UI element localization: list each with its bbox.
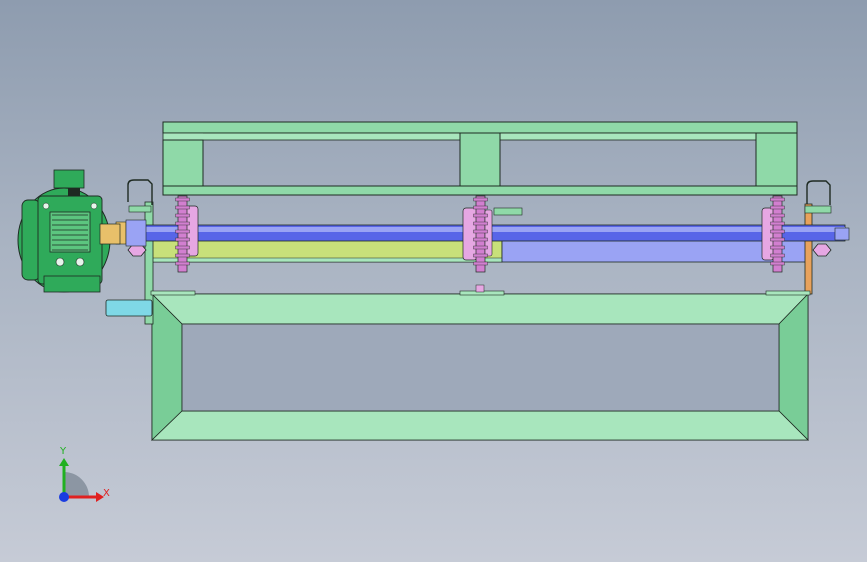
sprocket-tooth [175, 253, 190, 258]
upper-frame-right-post [755, 132, 798, 187]
left-mount-foot [150, 290, 196, 296]
motor-fin-panel [49, 211, 91, 253]
motor-output-flange [99, 223, 121, 245]
shaft-collar [125, 219, 147, 247]
motor-end-bell [21, 199, 41, 281]
triad-x-label: X [103, 488, 110, 499]
upper-frame-mid-post [459, 132, 501, 187]
right-mount-foot [765, 290, 811, 296]
right-hex-nut [812, 243, 832, 257]
cad-viewport[interactable]: X Y [0, 0, 867, 562]
right-bolt [804, 205, 832, 214]
sprocket-tooth [770, 205, 785, 210]
sprocket-tooth [473, 253, 488, 258]
sprocket-tooth [473, 261, 488, 266]
assembly-model[interactable]: X Y [0, 0, 867, 562]
motor-terminal-box [53, 169, 85, 189]
motor-base [43, 275, 101, 293]
sprocket-tooth [175, 245, 190, 250]
sprocket-tooth [175, 197, 190, 202]
right-support-beam [501, 237, 808, 263]
sprocket-tooth [770, 237, 785, 242]
center-bolt [493, 207, 523, 216]
sprocket-tooth [175, 205, 190, 210]
upper-frame-left-post [162, 139, 204, 187]
sprocket-tooth [175, 221, 190, 226]
center-pink-tab [475, 284, 485, 293]
left-bolt [128, 205, 152, 213]
upper-frame[interactable] [162, 121, 798, 196]
motor-bolt-1 [55, 257, 65, 267]
sprocket-tooth [473, 245, 488, 250]
sprocket-tooth [770, 261, 785, 266]
lower-frame[interactable] [151, 293, 809, 441]
sprocket-tooth [770, 213, 785, 218]
coordinate-triad-icon: X Y [59, 446, 110, 502]
sprocket-tooth [770, 221, 785, 226]
upper-frame-bottom-rail [162, 185, 798, 196]
sprocket-tooth [473, 221, 488, 226]
sprocket-tooth [175, 237, 190, 242]
motor-cyan-stub [105, 299, 153, 317]
motor-dark-inset [68, 188, 80, 196]
motor-bolt-3 [42, 202, 50, 210]
motor-bolt-4 [90, 202, 98, 210]
left-hook [127, 179, 153, 205]
sprocket-tooth [770, 253, 785, 258]
sprocket-tooth [770, 245, 785, 250]
triad-y-label: Y [59, 446, 67, 457]
sprocket-tooth [473, 237, 488, 242]
lower-frame-bevel-top [151, 293, 809, 325]
lower-frame-bevel-bottom [151, 410, 809, 441]
sprocket-tooth [473, 229, 488, 234]
triad-quadrant [64, 472, 89, 497]
right-hook [806, 180, 831, 205]
sprocket-tooth [770, 197, 785, 202]
sprocket-tooth [473, 213, 488, 218]
right-orange-plate [804, 203, 813, 295]
sprocket-tooth [770, 229, 785, 234]
sprocket-tooth [175, 213, 190, 218]
triad-z-axis [59, 492, 69, 502]
sprocket-tooth [473, 197, 488, 202]
lower-frame-opening [181, 323, 780, 412]
triad-y-arrow [59, 458, 69, 466]
motor-bolt-2 [75, 257, 85, 267]
sprocket-tooth [175, 261, 190, 266]
sprocket-tooth [473, 205, 488, 210]
shaft-end-cap [834, 227, 850, 241]
beam-lower-edge [149, 257, 503, 263]
upper-frame-top-rail [162, 121, 798, 134]
sprocket-tooth [175, 229, 190, 234]
